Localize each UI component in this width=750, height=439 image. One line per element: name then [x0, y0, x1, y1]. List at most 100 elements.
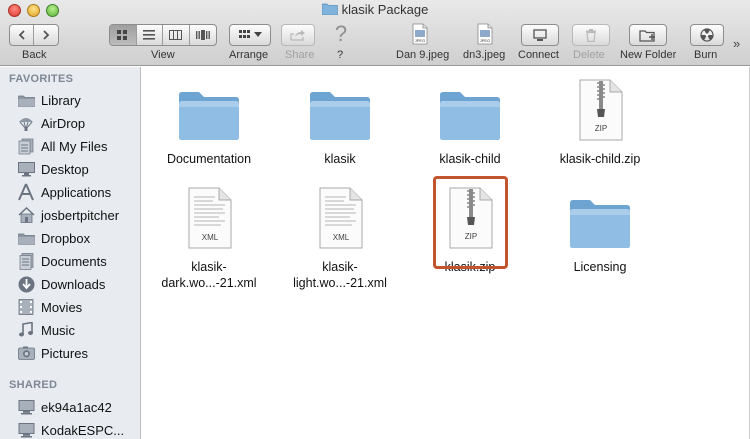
- folder-icon: [17, 233, 35, 245]
- list-view-button[interactable]: [137, 25, 163, 45]
- back-forward-control: Back: [9, 24, 59, 61]
- pictures-icon: [17, 346, 35, 360]
- zip-file-icon: ZIP: [579, 79, 623, 141]
- new-folder-icon: [639, 29, 655, 42]
- jpeg-file-icon: JPEG: [477, 23, 493, 45]
- sidebar-item-pictures[interactable]: Pictures: [17, 342, 139, 364]
- sidebar-item-library[interactable]: Library: [17, 89, 139, 111]
- svg-text:JPEG: JPEG: [480, 38, 490, 43]
- computer-icon: [18, 422, 34, 437]
- burn-label: Burn: [694, 49, 718, 61]
- folder-icon: [321, 3, 338, 15]
- connect-button[interactable]: [521, 24, 559, 46]
- connect-server-icon: [533, 28, 547, 41]
- view-label: View: [151, 49, 175, 61]
- chevron-left-icon: [18, 30, 25, 40]
- arrange-icon: [238, 30, 250, 38]
- applications-icon: [18, 183, 34, 201]
- new-folder-control: New Folder: [620, 24, 676, 61]
- share-icon: [290, 30, 305, 41]
- file-item-documentation[interactable]: Documentation: [144, 75, 274, 167]
- column-view-button[interactable]: [163, 25, 190, 45]
- question-mark-icon[interactable]: ?: [332, 22, 350, 46]
- list-view-icon: [143, 30, 156, 40]
- sidebar-item-movies[interactable]: Movies: [17, 296, 139, 318]
- window-title-bar: klasik Package: [0, 2, 750, 17]
- movies-icon: [18, 299, 34, 315]
- documents-icon: [19, 252, 33, 270]
- file-browser: Documentation klasik klasik-child ZIP kl…: [142, 67, 750, 439]
- arrange-button[interactable]: [229, 24, 271, 46]
- window-title: klasik Package: [341, 2, 429, 17]
- sidebar-item-shared-kodak[interactable]: KodakESPC...: [17, 419, 139, 439]
- share-label: Share: [285, 49, 315, 61]
- burn-control: Burn: [690, 24, 724, 61]
- svg-text:XML: XML: [333, 233, 350, 242]
- burn-button[interactable]: [690, 24, 724, 46]
- burn-radiation-icon: [700, 28, 714, 42]
- file-item-klasik-child-zip[interactable]: ZIP klasik-child.zip: [535, 75, 665, 167]
- home-icon: [17, 207, 35, 223]
- sidebar-item-downloads[interactable]: Downloads: [17, 273, 139, 295]
- sidebar-item-shared-ek94a1ac42[interactable]: ek94a1ac42: [17, 396, 139, 418]
- icon-view-button[interactable]: [110, 25, 137, 45]
- share-control: Share: [281, 24, 315, 61]
- new-folder-button[interactable]: [629, 24, 667, 46]
- dropdown-arrow-icon: [253, 32, 262, 37]
- trash-icon: [586, 28, 596, 42]
- toolbar: klasik Package Back View Arrange Share ?…: [0, 0, 750, 66]
- share-button[interactable]: [281, 24, 315, 46]
- back-button[interactable]: [10, 25, 35, 45]
- file-item-klasik-child[interactable]: klasik-child: [405, 75, 535, 167]
- downloads-icon: [18, 276, 34, 292]
- file-name: Documentation: [166, 152, 252, 166]
- toolbar-overflow-chevron-icon[interactable]: »: [733, 36, 740, 51]
- sidebar-item-airdrop[interactable]: AirDrop: [17, 112, 139, 134]
- sidebar-item-home[interactable]: josbertpitcher: [17, 204, 139, 226]
- folder-icon: [310, 92, 370, 140]
- coverflow-view-button[interactable]: [190, 25, 216, 45]
- svg-text:JPEG: JPEG: [415, 38, 425, 43]
- forward-button[interactable]: [34, 25, 58, 45]
- toolbar-file-dn3[interactable]: JPEG dn3.jpeg: [463, 22, 505, 61]
- all-files-icon: [18, 138, 34, 154]
- back-label: Back: [22, 49, 47, 61]
- toolbar-file-dan9[interactable]: JPEG Dan 9.jpeg: [396, 22, 449, 61]
- file-name: klasik: [324, 152, 356, 166]
- file-item-licensing[interactable]: Licensing: [535, 183, 665, 275]
- file-item-klasik-dark-xml[interactable]: XML klasik- dark.wo...-21.xml: [144, 183, 274, 291]
- sidebar-item-dropbox[interactable]: Dropbox: [17, 227, 139, 249]
- view-control: View: [109, 24, 217, 61]
- file-name: Licensing: [573, 260, 627, 274]
- coverflow-view-icon: [195, 30, 210, 40]
- jpeg-file-icon: JPEG: [412, 23, 428, 45]
- folder-icon: [570, 200, 630, 248]
- delete-button[interactable]: [572, 24, 610, 46]
- toolbar-file-label: Dan 9.jpeg: [396, 49, 450, 61]
- connect-label: Connect: [518, 49, 559, 61]
- music-icon: [19, 322, 33, 337]
- sidebar-item-documents[interactable]: Documents: [17, 250, 139, 272]
- file-item-klasik-light-xml[interactable]: XML klasik- light.wo...-21.xml: [275, 183, 405, 291]
- xml-file-icon: XML: [188, 187, 232, 249]
- file-name: klasik-child: [439, 152, 501, 166]
- sidebar-item-applications[interactable]: Applications: [17, 181, 139, 203]
- sidebar-header-favorites: FAVORITES: [9, 73, 74, 85]
- finder-window: klasik Package Back View Arrange Share ?…: [0, 0, 750, 439]
- help-label: ?: [337, 49, 344, 61]
- sidebar-header-shared: SHARED: [9, 379, 58, 391]
- file-item-klasik[interactable]: klasik: [275, 75, 405, 167]
- sidebar-item-all-my-files[interactable]: All My Files: [17, 135, 139, 157]
- column-view-icon: [169, 30, 183, 40]
- arrange-label: Arrange: [229, 49, 269, 61]
- folder-icon: [179, 92, 239, 140]
- airdrop-icon: [19, 118, 33, 131]
- chevron-right-icon: [43, 30, 50, 40]
- folder-icon: [17, 95, 35, 107]
- delete-control: Delete: [572, 24, 610, 61]
- sidebar-item-desktop[interactable]: Desktop: [17, 158, 139, 180]
- computer-icon: [18, 399, 34, 414]
- sidebar-item-music[interactable]: Music: [17, 319, 139, 341]
- file-name: klasik- dark.wo...-21.xml: [161, 260, 257, 290]
- sidebar: FAVORITES Library AirDrop All My Files D…: [0, 67, 141, 439]
